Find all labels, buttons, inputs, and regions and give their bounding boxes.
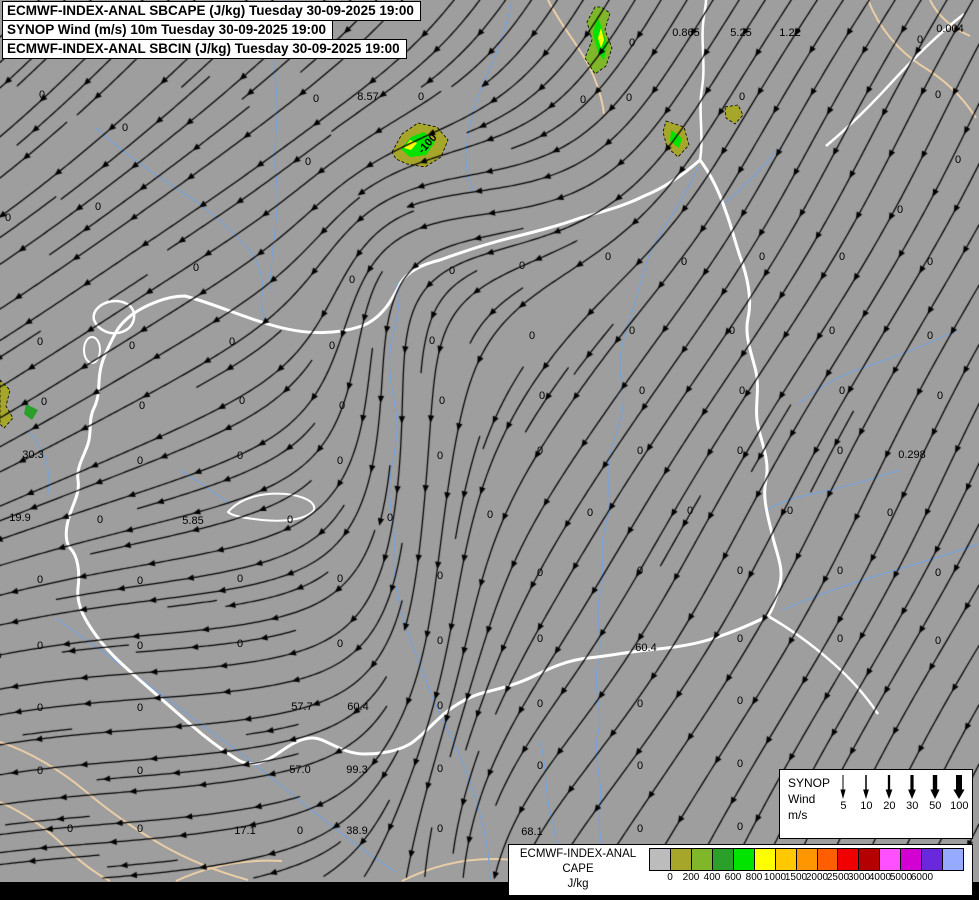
cape-tick-label: 600 bbox=[725, 872, 742, 883]
cape-color-swatch bbox=[943, 849, 963, 870]
wind-speed-key: 5 bbox=[835, 774, 851, 813]
cape-legend: ECMWF-INDEX-ANAL CAPE J/kg 0 200 400 600 800… bbox=[508, 844, 973, 896]
wind-legend-scale: 5 10 20 30 50 100 bbox=[832, 770, 972, 838]
wind-legend-units: m/s bbox=[788, 807, 830, 823]
wind-speed-label: 5 bbox=[840, 800, 846, 813]
cape-color-swatch bbox=[776, 849, 797, 870]
cape-color-swatch bbox=[650, 849, 671, 870]
cape-tick-label: 2000 bbox=[806, 872, 828, 883]
cape-color-swatch bbox=[797, 849, 818, 870]
wind-legend-title: SYNOP bbox=[788, 775, 830, 791]
cape-color-swatch bbox=[922, 849, 943, 870]
cape-color-swatch bbox=[880, 849, 901, 870]
wind-speed-label: 20 bbox=[883, 800, 895, 813]
wind-speed-label: 30 bbox=[906, 800, 918, 813]
title-line-sbcape: ECMWF-INDEX-ANAL SBCAPE (J/kg) Tuesday 3… bbox=[2, 1, 421, 21]
cape-tick-label: 0 bbox=[667, 872, 673, 883]
cape-legend-title: ECMWF-INDEX-ANAL bbox=[509, 847, 647, 862]
title-line-wind: SYNOP Wind (m/s) 10m Tuesday 30-09-2025 … bbox=[2, 20, 333, 40]
wind-arrow-icon bbox=[951, 774, 967, 800]
cape-color-swatch bbox=[692, 849, 713, 870]
cape-tick-label: 800 bbox=[746, 872, 763, 883]
cape-color-swatch bbox=[838, 849, 859, 870]
wind-arrow-icon bbox=[904, 774, 920, 800]
title-line-sbcin: ECMWF-INDEX-ANAL SBCIN (J/kg) Tuesday 30… bbox=[2, 39, 407, 59]
wind-arrow-icon bbox=[858, 774, 874, 800]
wind-arrow-icon bbox=[881, 774, 897, 800]
cape-color-swatch bbox=[755, 849, 776, 870]
cape-tick-label: 1500 bbox=[785, 872, 807, 883]
wind-speed-key: 100 bbox=[950, 774, 968, 813]
cape-color-swatch bbox=[818, 849, 839, 870]
cape-tick-label: 1000 bbox=[764, 872, 786, 883]
wind-speed-key: 20 bbox=[881, 774, 897, 813]
wind-speed-label: 100 bbox=[950, 800, 968, 813]
cape-color-swatch bbox=[671, 849, 692, 870]
cape-color-strip bbox=[649, 848, 964, 871]
cape-tick-label: 3000 bbox=[848, 872, 870, 883]
cape-tick-label: 6000 bbox=[911, 872, 933, 883]
wind-speed-key: 50 bbox=[927, 774, 943, 813]
wind-speed-label: 50 bbox=[929, 800, 941, 813]
cape-tick-label: 2500 bbox=[827, 872, 849, 883]
wind-arrow-icon bbox=[835, 774, 851, 800]
cape-color-swatch bbox=[734, 849, 755, 870]
cape-legend-parameter: CAPE bbox=[509, 862, 647, 877]
wind-arrow-icon bbox=[927, 774, 943, 800]
wind-legend: SYNOP Wind m/s 5 10 20 30 50 100 bbox=[779, 769, 973, 839]
cape-tick-label: 4000 bbox=[869, 872, 891, 883]
cape-tick-label: 5000 bbox=[890, 872, 912, 883]
cape-color-swatch bbox=[901, 849, 922, 870]
cape-tick-label: 400 bbox=[704, 872, 721, 883]
cape-tick-label: 200 bbox=[683, 872, 700, 883]
cape-color-swatch bbox=[713, 849, 734, 870]
cape-tick-labels: 0 200 400 600 800100015002000250030004000500… bbox=[649, 871, 964, 885]
wind-legend-subtitle: Wind bbox=[788, 791, 830, 807]
wind-speed-label: 10 bbox=[860, 800, 872, 813]
title-box: ECMWF-INDEX-ANAL SBCAPE (J/kg) Tuesday 3… bbox=[2, 2, 421, 59]
wind-speed-key: 10 bbox=[858, 774, 874, 813]
cape-legend-scale: 0 200 400 600 800100015002000250030004000500… bbox=[647, 845, 972, 895]
wind-streamlines-canvas bbox=[0, 0, 979, 882]
cape-legend-units: J/kg bbox=[509, 877, 647, 892]
weather-map-page: -100 00.8655.251.2200.0040008.5700000000… bbox=[0, 0, 979, 900]
wind-legend-labels: SYNOP Wind m/s bbox=[780, 770, 832, 838]
cape-color-swatch bbox=[859, 849, 880, 870]
wind-speed-key: 30 bbox=[904, 774, 920, 813]
cape-legend-labels: ECMWF-INDEX-ANAL CAPE J/kg bbox=[509, 845, 647, 895]
